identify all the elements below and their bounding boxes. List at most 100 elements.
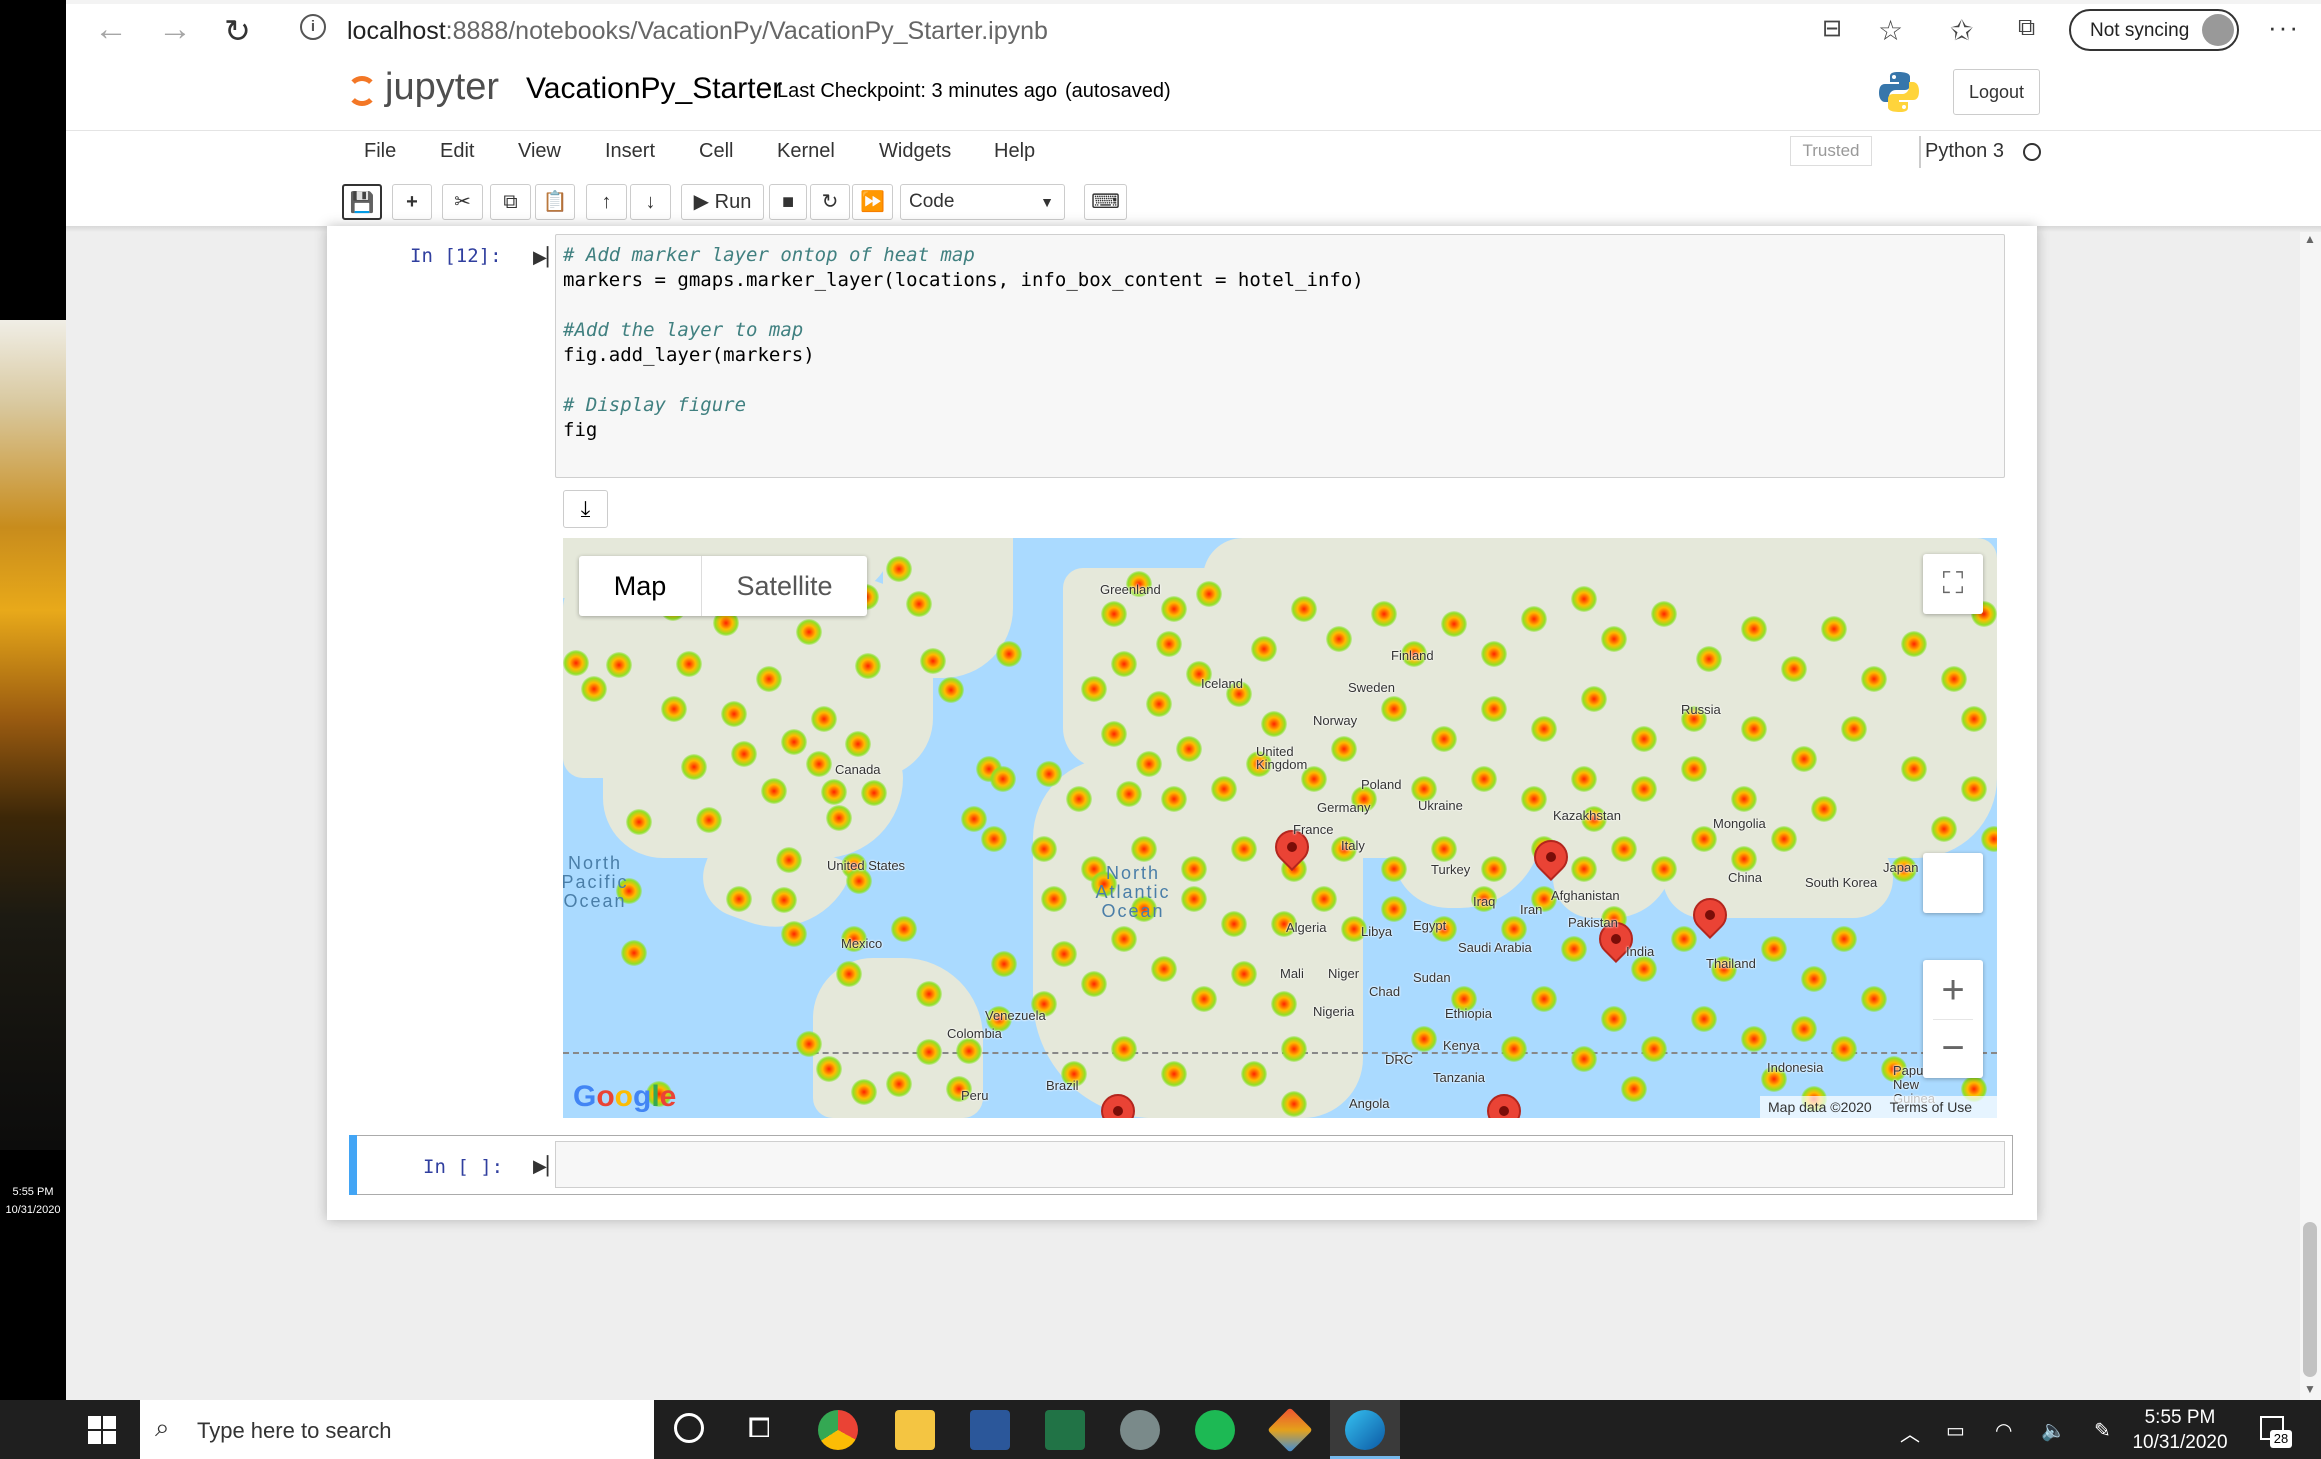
- notebook-name[interactable]: VacationPy_Starter: [526, 72, 782, 106]
- map-type-satellite-button[interactable]: Satellite: [701, 556, 867, 616]
- favorite-star-icon[interactable]: ☆: [1878, 14, 1903, 47]
- google-logo[interactable]: Google: [573, 1080, 676, 1114]
- back-icon[interactable]: ←: [94, 10, 128, 49]
- taskbar-clock[interactable]: 5:55 PM 10/31/2020: [2130, 1405, 2230, 1455]
- heat-spot: [1111, 651, 1137, 677]
- menu-view[interactable]: View: [518, 140, 561, 163]
- map-label: Mali: [1280, 966, 1304, 981]
- save-button[interactable]: 💾: [342, 184, 382, 220]
- code-line: # Add marker layer ontop of heat map: [563, 244, 975, 266]
- site-info-icon[interactable]: i: [300, 14, 326, 40]
- add-cell-button[interactable]: +: [392, 184, 432, 220]
- code-cell-input[interactable]: [555, 1141, 2005, 1188]
- battery-icon[interactable]: ▭: [1946, 1418, 1965, 1443]
- menu-cell[interactable]: Cell: [699, 140, 733, 163]
- code-line: fig: [563, 419, 598, 441]
- map-label: Thailand: [1706, 956, 1756, 971]
- move-down-button[interactable]: ↓: [630, 184, 671, 220]
- fullscreen-button[interactable]: ⛶: [1923, 554, 1983, 614]
- logout-button[interactable]: Logout: [1953, 69, 2040, 115]
- map-label: Niger: [1328, 966, 1360, 981]
- heat-spot: [816, 1056, 842, 1082]
- map-marker-pin[interactable]: [1479, 1086, 1529, 1118]
- menu-help[interactable]: Help: [994, 140, 1035, 163]
- jupyter-logo-icon[interactable]: [347, 76, 377, 106]
- read-aloud-icon[interactable]: ⊟: [1822, 14, 1842, 43]
- scrollbar-thumb[interactable]: [2303, 1222, 2317, 1377]
- anaconda-app-icon[interactable]: [1120, 1410, 1160, 1450]
- copy-button[interactable]: ⧉: [490, 184, 531, 220]
- spotify-app-icon[interactable]: [1195, 1410, 1235, 1450]
- map-widget[interactable]: Greenland Iceland Finland Sweden Norway …: [563, 538, 1997, 1118]
- map-label: Mongolia: [1713, 816, 1766, 831]
- heat-spot: [1501, 916, 1527, 942]
- cortana-icon[interactable]: [674, 1413, 704, 1443]
- terms-link[interactable]: Terms of Use: [1890, 1099, 1972, 1115]
- code-line: # Display figure: [563, 394, 747, 416]
- heat-spot: [851, 1079, 877, 1105]
- heat-spot: [1111, 926, 1137, 952]
- wifi-icon[interactable]: ◠: [1995, 1418, 2012, 1443]
- code-line: #Add the layer to map: [563, 319, 804, 341]
- word-app-icon[interactable]: [970, 1410, 1010, 1450]
- windows-start-icon[interactable]: [88, 1416, 116, 1444]
- kernel-idle-icon: [2023, 143, 2041, 161]
- chevron-up-icon[interactable]: ︿: [1900, 1418, 1920, 1447]
- map-label: Libya: [1361, 924, 1393, 939]
- restart-button[interactable]: ↻: [810, 184, 850, 220]
- interrupt-button[interactable]: ■: [769, 184, 807, 220]
- heat-spot: [845, 731, 871, 757]
- more-menu-icon[interactable]: ···: [2268, 12, 2300, 43]
- trusted-badge[interactable]: Trusted: [1790, 136, 1872, 166]
- task-view-icon[interactable]: ⧠: [748, 1412, 770, 1445]
- scroll-down-icon[interactable]: ▼: [2304, 1382, 2316, 1396]
- restart-run-all-button[interactable]: ⏩: [852, 184, 893, 220]
- map-label: Iraq: [1473, 894, 1496, 909]
- search-placeholder: Type here to search: [197, 1418, 392, 1443]
- move-up-button[interactable]: ↑: [586, 184, 627, 220]
- jupyter-logo-text[interactable]: jupyter: [385, 66, 499, 109]
- command-palette-button[interactable]: ⌨: [1084, 184, 1127, 220]
- paste-button[interactable]: 📋: [535, 184, 575, 220]
- code-line: fig.add_layer(markers): [563, 344, 815, 366]
- pen-icon[interactable]: ✎: [2094, 1418, 2111, 1443]
- heat-spot: [1741, 716, 1767, 742]
- heat-spot: [1116, 781, 1142, 807]
- heat-spot: [1221, 911, 1247, 937]
- menu-file[interactable]: File: [364, 140, 396, 163]
- menu-edit[interactable]: Edit: [440, 140, 474, 163]
- chrome-app-icon[interactable]: [818, 1410, 858, 1450]
- heat-spot: [1731, 786, 1757, 812]
- kernel-name[interactable]: Python 3: [1925, 140, 2004, 163]
- heat-spot: [1631, 776, 1657, 802]
- collections-icon[interactable]: ⧉: [2018, 14, 2035, 42]
- cell-type-select[interactable]: Code ▼: [900, 184, 1065, 220]
- heat-spot: [1311, 886, 1337, 912]
- url-text[interactable]: localhost:8888/notebooks/VacationPy/Vaca…: [347, 17, 1048, 46]
- zoom-out-button[interactable]: −: [1923, 1020, 1983, 1076]
- paste-icon: 📋: [542, 191, 568, 213]
- scroll-up-icon[interactable]: ▲: [2304, 232, 2316, 246]
- menu-kernel[interactable]: Kernel: [777, 140, 835, 163]
- zoom-in-button[interactable]: +: [1923, 962, 1983, 1018]
- map-label: Ukraine: [1418, 798, 1463, 813]
- volume-icon[interactable]: 🔈: [2041, 1418, 2066, 1443]
- heat-spot: [1101, 601, 1127, 627]
- avatar[interactable]: [2202, 14, 2234, 46]
- map-type-map-button[interactable]: Map: [579, 556, 701, 616]
- excel-app-icon[interactable]: [1045, 1410, 1085, 1450]
- heat-spot: [1831, 1036, 1857, 1062]
- cut-button[interactable]: ✂: [442, 184, 483, 220]
- heat-spot: [1331, 736, 1357, 762]
- street-view-pegman-button[interactable]: [1923, 853, 1983, 913]
- heat-spot: [1441, 611, 1467, 637]
- run-button[interactable]: ▶ Run: [681, 184, 764, 220]
- menu-insert[interactable]: Insert: [605, 140, 655, 163]
- download-button[interactable]: ⤓: [563, 490, 608, 528]
- menu-widgets[interactable]: Widgets: [879, 140, 951, 163]
- favorites-icon[interactable]: ✩: [1950, 14, 1973, 47]
- equator-line: [563, 1052, 1997, 1054]
- forward-icon[interactable]: →: [158, 10, 192, 49]
- file-explorer-icon[interactable]: [895, 1410, 935, 1450]
- refresh-icon[interactable]: ↻: [224, 12, 251, 50]
